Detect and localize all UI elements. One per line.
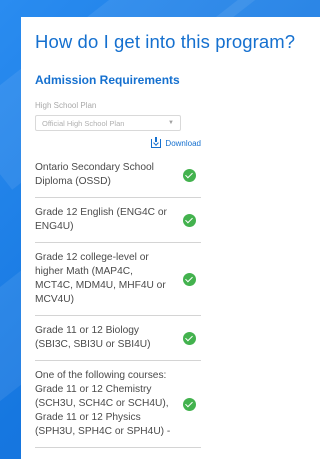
section-heading: Admission Requirements	[35, 73, 180, 87]
download-label: Download	[165, 139, 201, 148]
requirement-text: Grade 12 college-level or higher Math (M…	[35, 252, 166, 305]
list-item: Ontario Secondary School Diploma (OSSD)	[35, 151, 201, 198]
check-circle-icon	[183, 213, 196, 227]
requirement-text: Grade 11 or 12 Biology (SBI3C, SBI3U or …	[35, 325, 151, 350]
high-school-plan-select[interactable]: Official High School Plan ▼	[35, 115, 181, 131]
list-item: Grade 12 college-level or higher Math (M…	[35, 243, 201, 316]
list-item: Grade 12 English (ENG4C or ENG4U)	[35, 198, 201, 243]
list-item: Grade 11 or 12 Biology (SBI3C, SBI3U or …	[35, 316, 201, 361]
download-link[interactable]: Download	[35, 137, 201, 148]
page-title: How do I get into this program?	[35, 31, 296, 52]
requirement-text: One of the following courses: Grade 11 o…	[35, 370, 171, 437]
high-school-plan-value: Official High School Plan	[42, 118, 125, 128]
requirement-text: Ontario Secondary School Diploma (OSSD)	[35, 162, 154, 187]
check-circle-icon	[183, 331, 196, 345]
chevron-down-icon: ▼	[168, 120, 174, 126]
requirement-text: Grade 12 English (ENG4C or ENG4U)	[35, 207, 167, 232]
check-circle-icon	[183, 272, 196, 286]
download-icon	[151, 137, 162, 148]
admission-card: How do I get into this program? Admissio…	[21, 17, 320, 459]
check-circle-icon	[183, 168, 196, 182]
check-circle-icon	[183, 397, 196, 411]
list-item: One of the following courses: Grade 11 o…	[35, 361, 201, 448]
requirements-list: Ontario Secondary School Diploma (OSSD) …	[35, 151, 201, 448]
high-school-plan-label: High School Plan	[35, 101, 97, 110]
